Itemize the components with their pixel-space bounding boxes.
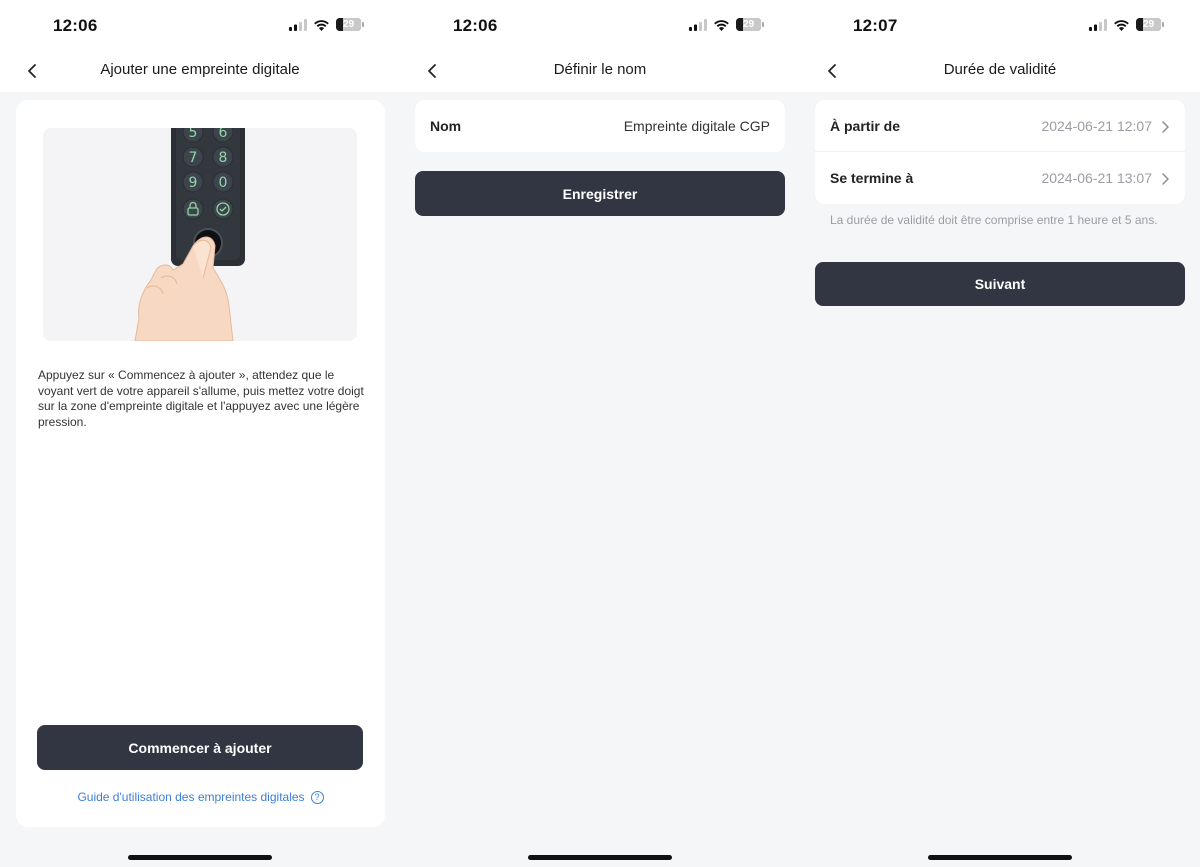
start-date-value: 2024-06-21 12:07 — [1041, 118, 1152, 134]
screen-set-name: 12:06 29 Définir le nom Nom Empreinte di… — [400, 0, 800, 867]
status-time: 12:06 — [453, 16, 498, 35]
signal-icon — [289, 18, 307, 31]
battery-icon: 29 — [1136, 18, 1164, 31]
nav-bar: Durée de validité — [800, 50, 1200, 92]
screen-validity: 12:07 29 Durée de validité À partir de 2… — [800, 0, 1200, 867]
fingerprint-card: 5 6 7 8 9 0 Appuyez sur « Commencez à aj… — [16, 100, 385, 827]
back-button[interactable] — [420, 59, 444, 83]
chevron-left-icon — [428, 64, 436, 78]
fingerprint-guide-link[interactable]: Guide d'utilisation des empreintes digit… — [16, 790, 385, 804]
nav-bar: Définir le nom — [400, 50, 800, 92]
end-date-row[interactable]: Se termine à 2024-06-21 13:07 — [815, 152, 1185, 204]
name-field-row[interactable]: Nom Empreinte digitale CGP — [415, 100, 785, 152]
save-button[interactable]: Enregistrer — [415, 171, 785, 216]
back-button[interactable] — [820, 59, 844, 83]
battery-level: 29 — [342, 19, 355, 30]
start-adding-button[interactable]: Commencer à ajouter — [37, 725, 363, 770]
start-date-row[interactable]: À partir de 2024-06-21 12:07 — [815, 100, 1185, 152]
battery-level: 29 — [742, 19, 755, 30]
status-bar: 12:07 29 — [800, 0, 1200, 50]
name-label: Nom — [430, 118, 462, 134]
keypad-key-9: 9 — [189, 175, 198, 191]
end-date-label: Se termine à — [830, 170, 914, 186]
fingerprint-illustration: 5 6 7 8 9 0 — [43, 128, 357, 341]
keypad-key-7: 7 — [189, 150, 198, 166]
wifi-icon — [714, 19, 729, 31]
wifi-icon — [1114, 19, 1129, 31]
keypad-key-0: 0 — [219, 175, 228, 191]
chevron-left-icon — [28, 64, 36, 78]
screen-add-fingerprint: 12:06 29 Ajouter une empreinte digitale … — [0, 0, 400, 867]
status-time: 12:07 — [853, 16, 898, 35]
page-title: Ajouter une empreinte digitale — [100, 61, 300, 78]
battery-level: 29 — [1142, 19, 1155, 30]
validity-hint: La durée de validité doit être comprise … — [830, 213, 1158, 227]
home-indicator — [528, 855, 672, 860]
keypad-key-6: 6 — [219, 128, 228, 141]
signal-icon — [689, 18, 707, 31]
end-date-value: 2024-06-21 13:07 — [1041, 170, 1152, 186]
keypad-key-8: 8 — [219, 150, 228, 166]
validity-card: À partir de 2024-06-21 12:07 Se termine … — [815, 100, 1185, 204]
status-time: 12:06 — [53, 16, 98, 35]
battery-icon: 29 — [336, 18, 364, 31]
status-bar: 12:06 29 — [400, 0, 800, 50]
nav-bar: Ajouter une empreinte digitale — [0, 50, 400, 92]
home-indicator — [928, 855, 1072, 860]
help-circle-icon: ? — [310, 790, 324, 804]
chevron-right-icon — [1162, 173, 1169, 185]
signal-icon — [1089, 18, 1107, 31]
keypad-key-5: 5 — [189, 128, 198, 141]
instruction-text: Appuyez sur « Commencez à ajouter », att… — [38, 368, 364, 429]
chevron-right-icon — [1162, 121, 1169, 133]
page-title: Définir le nom — [553, 61, 647, 78]
guide-link-label: Guide d'utilisation des empreintes digit… — [77, 790, 305, 804]
status-bar: 12:06 29 — [0, 0, 400, 50]
page-title: Durée de validité — [943, 61, 1057, 78]
battery-icon: 29 — [736, 18, 764, 31]
home-indicator — [128, 855, 272, 860]
chevron-left-icon — [828, 64, 836, 78]
name-input[interactable]: Empreinte digitale CGP — [624, 118, 770, 134]
start-date-label: À partir de — [830, 118, 901, 134]
back-button[interactable] — [20, 59, 44, 83]
next-button[interactable]: Suivant — [815, 262, 1185, 306]
wifi-icon — [314, 19, 329, 31]
